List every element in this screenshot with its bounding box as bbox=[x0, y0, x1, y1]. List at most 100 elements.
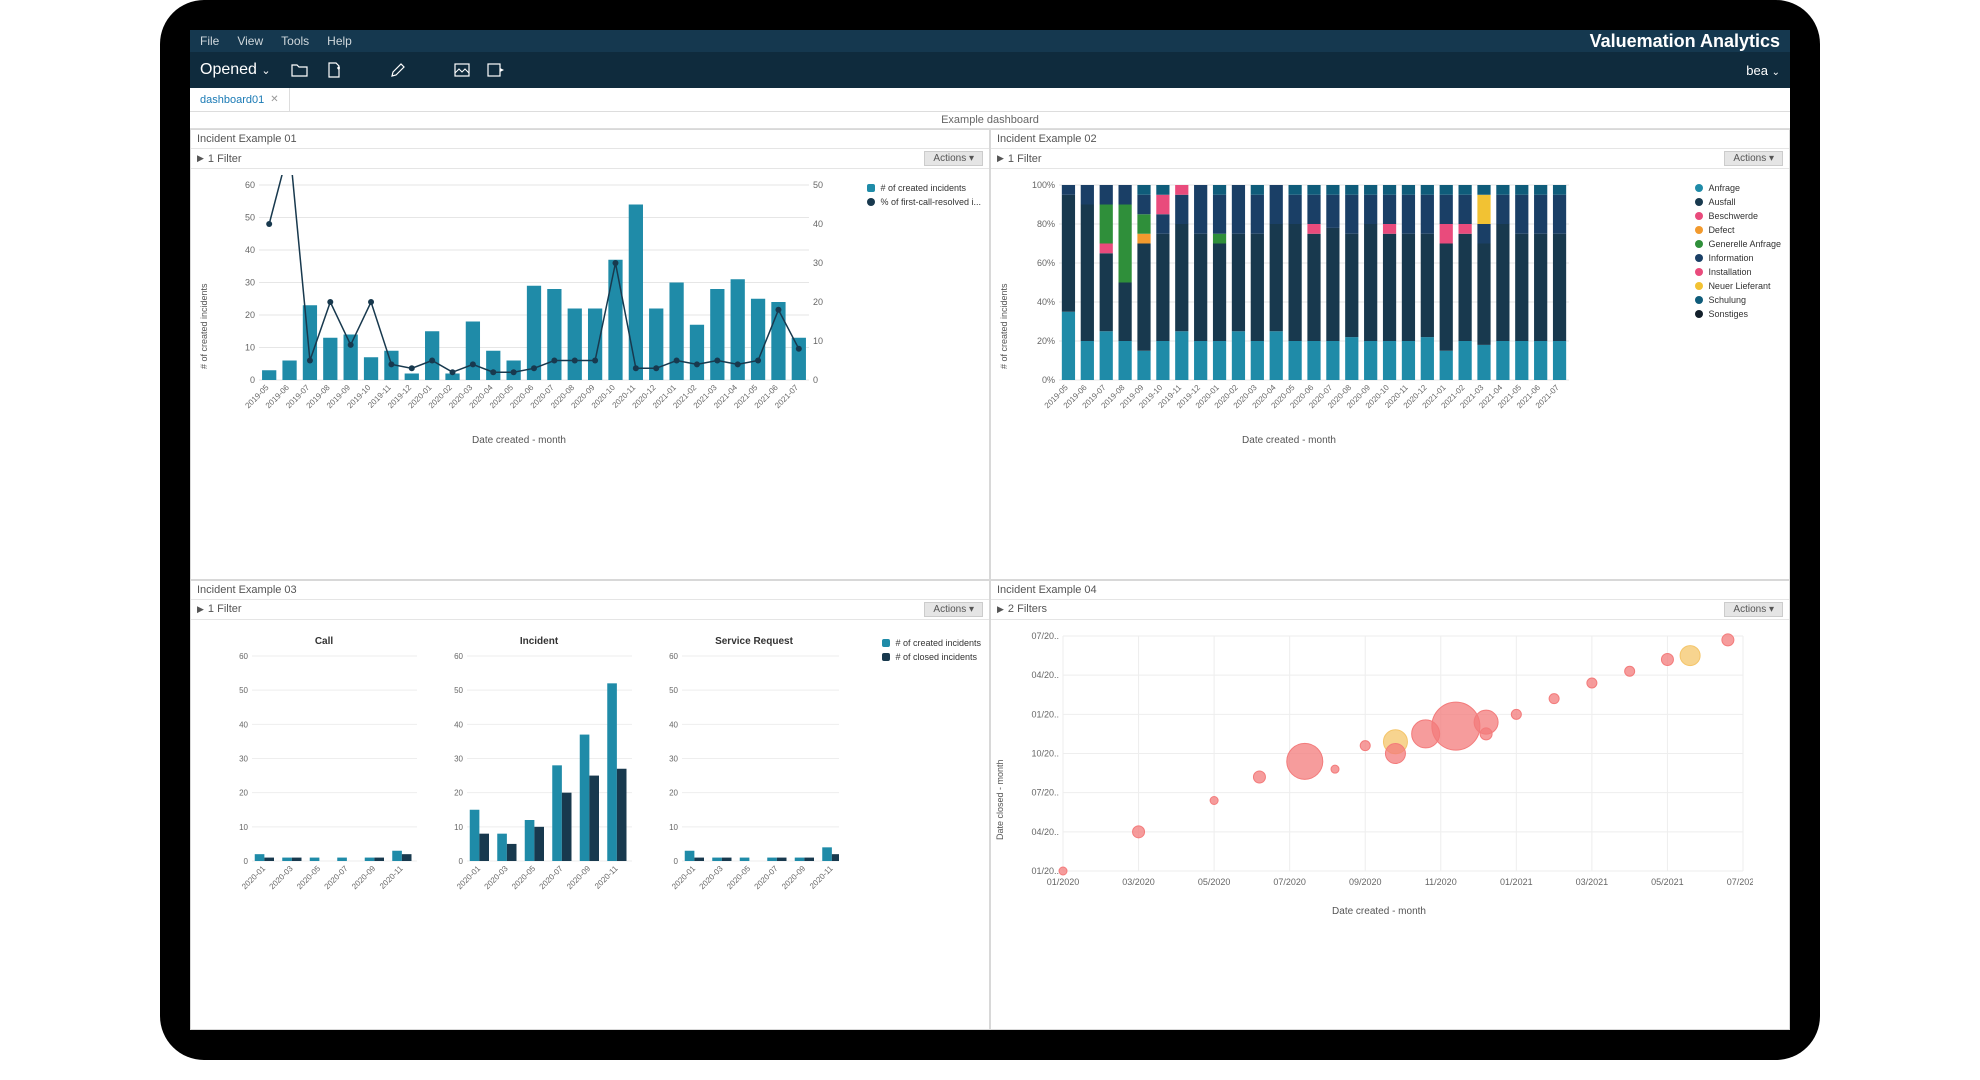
svg-text:2020-03: 2020-03 bbox=[268, 863, 296, 891]
x-axis-label: Date created - month bbox=[239, 435, 799, 446]
svg-text:20: 20 bbox=[245, 310, 255, 320]
svg-text:04/20..: 04/20.. bbox=[1031, 670, 1059, 680]
svg-text:01/2020: 01/2020 bbox=[1047, 877, 1080, 887]
filter-label[interactable]: 1 Filter bbox=[208, 603, 242, 615]
new-file-icon[interactable] bbox=[325, 61, 343, 79]
app-screen: File View Tools Help Valuemation Analyti… bbox=[190, 30, 1790, 1030]
panel-title: Incident Example 02 bbox=[991, 130, 1789, 148]
panel-incident-04: Incident Example 04 ▶ 2 Filters Actions … bbox=[990, 580, 1790, 1031]
svg-text:2020-07: 2020-07 bbox=[538, 863, 566, 891]
chart-p4: 01/20..04/20..07/20..10/20..01/20..04/20… bbox=[1013, 626, 1753, 906]
panel-filter-bar: ▶ 2 Filters Actions ▾ bbox=[991, 599, 1789, 620]
expand-icon[interactable]: ▶ bbox=[997, 153, 1004, 164]
svg-text:20: 20 bbox=[239, 788, 248, 797]
menu-view[interactable]: View bbox=[237, 34, 263, 48]
svg-text:60: 60 bbox=[239, 652, 248, 661]
actions-button[interactable]: Actions ▾ bbox=[1724, 151, 1783, 166]
tab-dashboard01[interactable]: dashboard01 ✕ bbox=[190, 88, 290, 111]
svg-text:01/20..: 01/20.. bbox=[1031, 709, 1059, 719]
edit-pencil-icon[interactable] bbox=[389, 61, 407, 79]
menu-tools[interactable]: Tools bbox=[281, 34, 309, 48]
svg-text:30: 30 bbox=[813, 258, 823, 268]
opened-dropdown[interactable]: Opened ⌄ bbox=[200, 61, 271, 79]
legend-label: # of created incidents bbox=[895, 638, 981, 648]
svg-text:2020-09: 2020-09 bbox=[780, 863, 808, 891]
svg-text:11/2020: 11/2020 bbox=[1425, 877, 1457, 887]
svg-text:05/2020: 05/2020 bbox=[1198, 877, 1231, 887]
svg-text:20: 20 bbox=[454, 788, 463, 797]
svg-text:60: 60 bbox=[454, 652, 463, 661]
legend-label: % of first-call-resolved i... bbox=[880, 197, 981, 207]
svg-text:01/20..: 01/20.. bbox=[1031, 866, 1059, 876]
tab-label: dashboard01 bbox=[200, 94, 264, 106]
svg-text:0: 0 bbox=[244, 857, 249, 866]
export-image-icon[interactable] bbox=[487, 61, 505, 79]
svg-text:40: 40 bbox=[454, 720, 463, 729]
svg-text:Incident: Incident bbox=[520, 636, 559, 647]
tab-bar: dashboard01 ✕ bbox=[190, 88, 1790, 112]
svg-text:30: 30 bbox=[669, 754, 678, 763]
y-axis-label: # of created incidents bbox=[999, 283, 1009, 369]
actions-button[interactable]: Actions ▾ bbox=[924, 602, 983, 617]
panel-body: Date closed - month 01/20.. 04/20.. 07/20.… bbox=[991, 620, 1789, 1030]
chart-p1: 0102030405060010203040502019-052019-0620… bbox=[219, 175, 849, 435]
svg-text:10: 10 bbox=[454, 822, 463, 831]
svg-text:07/2020: 07/2020 bbox=[1273, 877, 1306, 887]
svg-text:30: 30 bbox=[454, 754, 463, 763]
image-icon[interactable] bbox=[453, 61, 471, 79]
svg-text:07/20..: 07/20.. bbox=[1031, 631, 1059, 641]
svg-text:60: 60 bbox=[669, 652, 678, 661]
panel-body: # of created incidents # of closed incid… bbox=[191, 620, 989, 1030]
dashboard-title: Example dashboard bbox=[190, 112, 1790, 129]
svg-text:2020-03: 2020-03 bbox=[483, 863, 511, 891]
svg-text:0: 0 bbox=[250, 375, 255, 385]
svg-text:100%: 100% bbox=[1032, 180, 1055, 190]
svg-text:50: 50 bbox=[245, 213, 255, 223]
y-axis-label: Date closed - month bbox=[995, 759, 1005, 840]
chart-p2: 0%20%40%60%80%100%2019-052019-062019-072… bbox=[1019, 175, 1579, 435]
legend-label: # of created incidents bbox=[880, 183, 966, 193]
svg-text:30: 30 bbox=[239, 754, 248, 763]
panel-incident-02: Incident Example 02 ▶ 1 Filter Actions ▾… bbox=[990, 129, 1790, 580]
panel-filter-bar: ▶ 1 Filter Actions ▾ bbox=[991, 148, 1789, 169]
svg-text:2020-11: 2020-11 bbox=[593, 863, 620, 890]
svg-text:40: 40 bbox=[813, 219, 823, 229]
chart-p3: Call01020304050602020-012020-032020-0520… bbox=[199, 626, 839, 916]
svg-text:20: 20 bbox=[669, 788, 678, 797]
svg-text:2020-09: 2020-09 bbox=[565, 863, 593, 891]
svg-text:Service Request: Service Request bbox=[715, 636, 793, 647]
filter-label[interactable]: 1 Filter bbox=[1008, 153, 1042, 165]
filter-label[interactable]: 2 Filters bbox=[1008, 603, 1047, 615]
y-axis-label: # of created incidents bbox=[199, 283, 209, 369]
x-axis-label: Date created - month bbox=[1039, 435, 1539, 446]
user-menu[interactable]: bea ⌄ bbox=[1746, 63, 1780, 78]
panel-incident-03: Incident Example 03 ▶ 1 Filter Actions ▾… bbox=[190, 580, 990, 1031]
expand-icon[interactable]: ▶ bbox=[197, 153, 204, 164]
svg-text:40: 40 bbox=[239, 720, 248, 729]
actions-button[interactable]: Actions ▾ bbox=[924, 151, 983, 166]
legend: # of created incidents # of closed incid… bbox=[882, 638, 981, 666]
panel-body: # of created incidents % of first-call-r… bbox=[191, 169, 989, 579]
svg-text:40: 40 bbox=[669, 720, 678, 729]
svg-text:2020-03: 2020-03 bbox=[698, 863, 726, 891]
svg-text:0: 0 bbox=[674, 857, 679, 866]
svg-text:50: 50 bbox=[239, 686, 248, 695]
svg-text:2020-05: 2020-05 bbox=[725, 863, 753, 891]
expand-icon[interactable]: ▶ bbox=[197, 604, 204, 615]
expand-icon[interactable]: ▶ bbox=[997, 604, 1004, 615]
svg-text:50: 50 bbox=[454, 686, 463, 695]
toolbar: Opened ⌄ bea ⌄ bbox=[190, 52, 1790, 88]
filter-label[interactable]: 1 Filter bbox=[208, 153, 242, 165]
svg-text:2020-11: 2020-11 bbox=[808, 863, 835, 890]
svg-text:50: 50 bbox=[813, 180, 823, 190]
menu-file[interactable]: File bbox=[200, 34, 219, 48]
close-icon[interactable]: ✕ bbox=[270, 94, 278, 105]
open-folder-icon[interactable] bbox=[291, 61, 309, 79]
actions-button[interactable]: Actions ▾ bbox=[1724, 602, 1783, 617]
x-axis-label: Date created - month bbox=[1059, 906, 1699, 917]
svg-text:01/2021: 01/2021 bbox=[1500, 877, 1533, 887]
panel-title: Incident Example 04 bbox=[991, 581, 1789, 599]
menu-help[interactable]: Help bbox=[327, 34, 352, 48]
menubar: File View Tools Help Valuemation Analyti… bbox=[190, 30, 1790, 52]
panel-filter-bar: ▶ 1 Filter Actions ▾ bbox=[191, 148, 989, 169]
